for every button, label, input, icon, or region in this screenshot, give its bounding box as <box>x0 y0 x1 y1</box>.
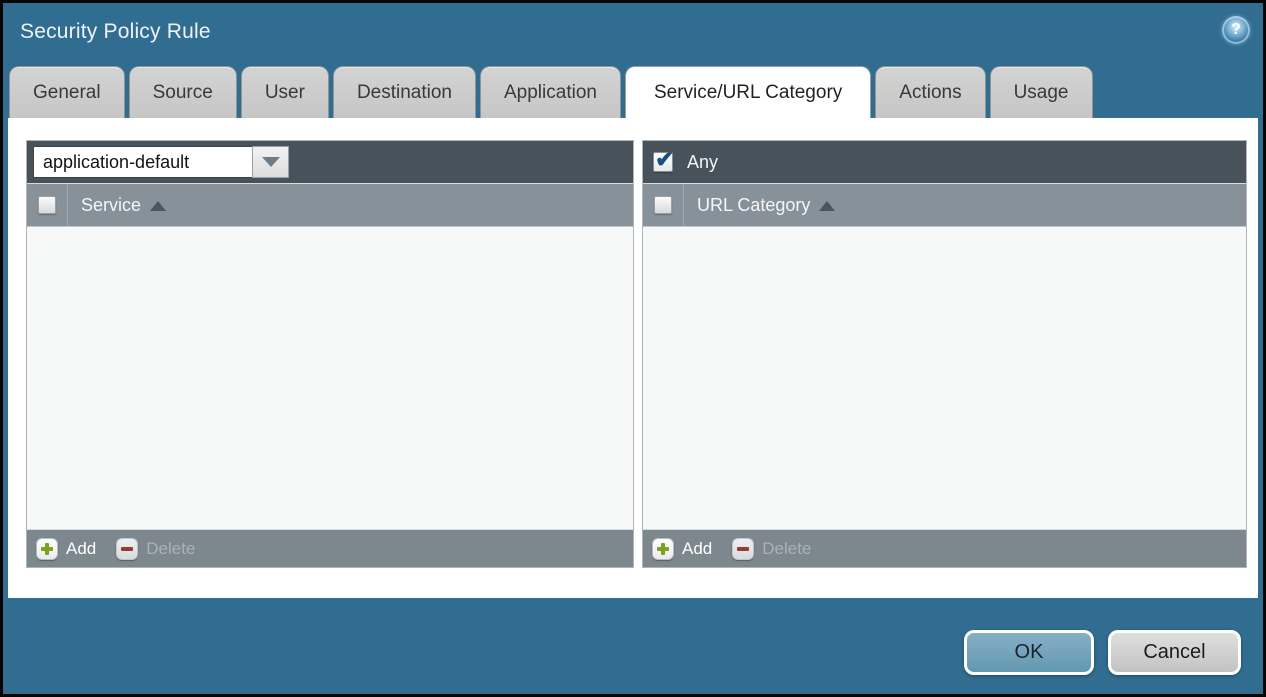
any-checkbox[interactable] <box>653 152 673 172</box>
url-category-column-header[interactable]: URL Category <box>684 195 835 216</box>
page-title: Security Policy Rule <box>20 20 211 44</box>
tab-general[interactable]: General <box>9 66 125 118</box>
sort-ascending-icon <box>150 201 166 211</box>
url-category-panel-header: Any <box>643 141 1246 183</box>
sort-ascending-icon <box>819 201 835 211</box>
service-column-label: Service <box>81 195 141 216</box>
tab-usage[interactable]: Usage <box>990 66 1093 118</box>
delete-button-label: Delete <box>762 539 811 559</box>
help-icon[interactable]: ? <box>1222 16 1250 44</box>
service-table-body[interactable] <box>27 227 633 529</box>
service-add-button[interactable]: Add <box>36 538 96 560</box>
any-label: Any <box>687 152 718 173</box>
minus-icon <box>732 538 754 560</box>
tab-user[interactable]: User <box>241 66 329 118</box>
url-category-panel: Any URL Category Add <box>642 140 1247 568</box>
service-select-all-cell <box>27 184 68 226</box>
service-panel: Service Add Delete <box>26 140 634 568</box>
service-type-combobox <box>33 146 289 178</box>
tab-service-url-category[interactable]: Service/URL Category <box>625 66 871 119</box>
plus-icon <box>36 538 58 560</box>
content-area: Service Add Delete An <box>8 118 1258 598</box>
any-row: Any <box>649 152 718 173</box>
url-category-table-body[interactable] <box>643 227 1246 529</box>
delete-button-label: Delete <box>146 539 195 559</box>
service-table-header: Service <box>27 183 633 227</box>
service-delete-button: Delete <box>116 538 195 560</box>
tab-bar: General Source User Destination Applicat… <box>9 66 1257 118</box>
url-category-add-button[interactable]: Add <box>652 538 712 560</box>
tab-actions[interactable]: Actions <box>875 66 985 118</box>
add-button-label: Add <box>682 539 712 559</box>
tab-destination[interactable]: Destination <box>333 66 476 118</box>
service-type-dropdown-button[interactable] <box>252 146 289 178</box>
service-panel-header <box>27 141 633 183</box>
service-select-all-checkbox[interactable] <box>38 196 56 214</box>
tab-source[interactable]: Source <box>129 66 237 118</box>
service-column-header[interactable]: Service <box>68 195 166 216</box>
tab-application[interactable]: Application <box>480 66 621 118</box>
ok-button[interactable]: OK <box>964 630 1094 675</box>
chevron-down-icon <box>262 157 280 167</box>
url-category-panel-footer: Add Delete <box>643 529 1246 567</box>
service-type-input[interactable] <box>33 146 252 178</box>
url-category-table-header: URL Category <box>643 183 1246 227</box>
security-policy-rule-dialog: Security Policy Rule ? General Source Us… <box>0 0 1266 697</box>
minus-icon <box>116 538 138 560</box>
title-bar: Security Policy Rule ? <box>3 3 1263 65</box>
url-category-delete-button: Delete <box>732 538 811 560</box>
add-button-label: Add <box>66 539 96 559</box>
service-panel-footer: Add Delete <box>27 529 633 567</box>
url-category-select-all-checkbox[interactable] <box>654 196 672 214</box>
url-category-column-label: URL Category <box>697 195 810 216</box>
url-category-select-all-cell <box>643 184 684 226</box>
dialog-button-row: OK Cancel <box>964 630 1241 675</box>
plus-icon <box>652 538 674 560</box>
cancel-button[interactable]: Cancel <box>1108 630 1241 675</box>
